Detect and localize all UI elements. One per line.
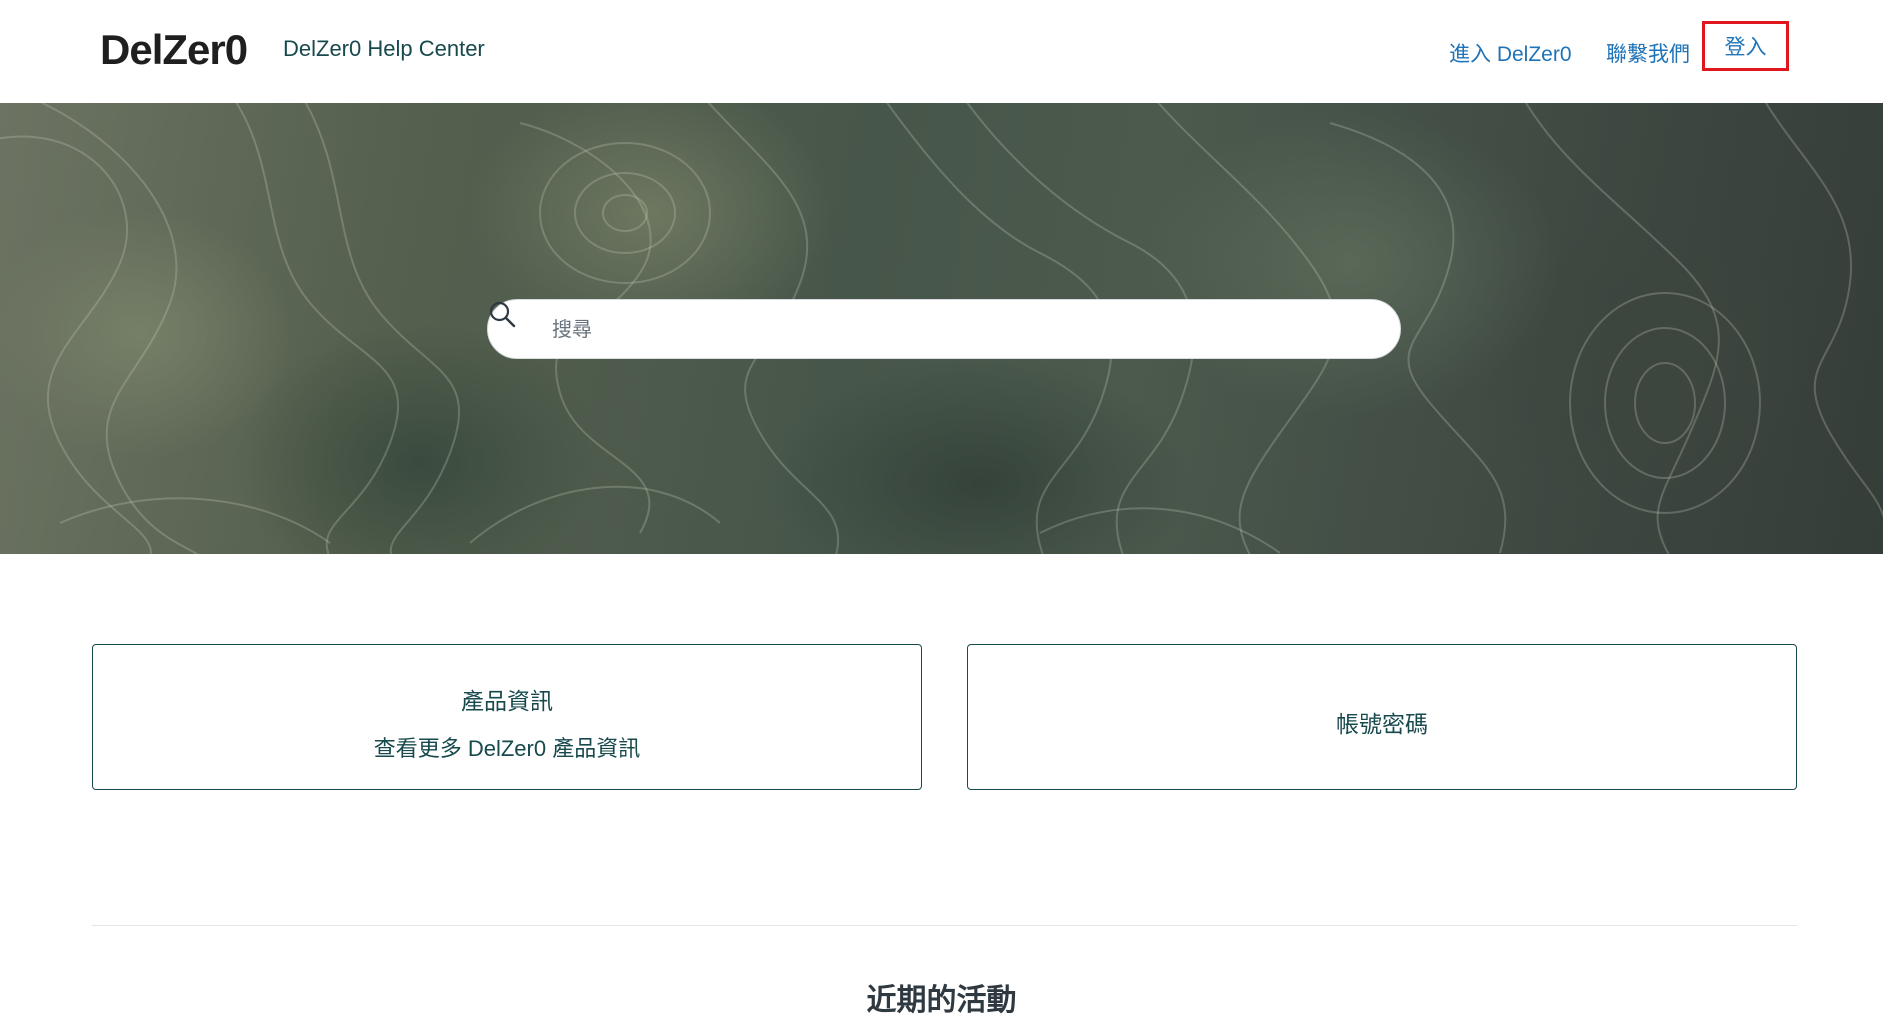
card-title: 產品資訊 [461, 688, 553, 714]
category-card-account-password[interactable]: 帳號密碼 [967, 644, 1797, 790]
card-description: 查看更多 DelZer0 產品資訊 [373, 736, 641, 761]
sign-in-button[interactable]: 登入 [1702, 21, 1789, 71]
search-icon [489, 301, 516, 328]
site-name[interactable]: DelZer0 Help Center [283, 36, 485, 62]
nav-contact-us[interactable]: 聯繫我們 [1606, 38, 1690, 68]
logo[interactable]: DelZer0 [100, 26, 248, 74]
category-card-product-info[interactable]: 產品資訊 查看更多 DelZer0 產品資訊 [92, 644, 922, 790]
search-bar[interactable] [487, 299, 1401, 360]
nav-enter-delzer0[interactable]: 進入 DelZer0 [1449, 38, 1572, 68]
site-header: DelZer0 DelZer0 Help Center 進入 DelZer0 聯… [0, 0, 1883, 103]
card-title: 帳號密碼 [1336, 711, 1428, 737]
recent-activity-title: 近期的活動 [866, 984, 1017, 1017]
hero-banner [0, 103, 1883, 554]
section-divider [92, 925, 1797, 926]
search-input[interactable] [550, 300, 1374, 360]
